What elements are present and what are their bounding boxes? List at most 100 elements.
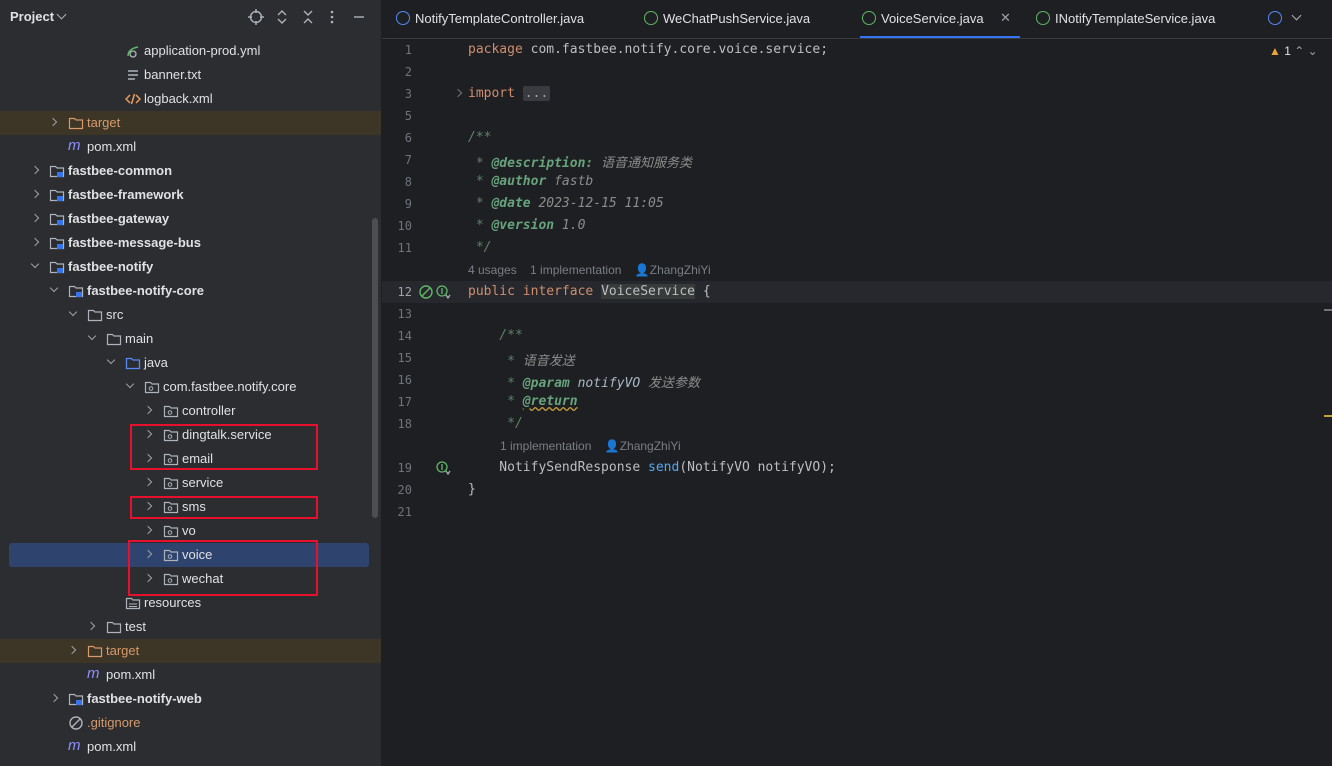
chevron-down-icon[interactable]	[106, 355, 116, 365]
code-line-16[interactable]: * @param notifyVO 发送参数	[468, 372, 700, 391]
chevron-right-icon[interactable]	[143, 405, 153, 415]
usages-link[interactable]: 4 usages	[468, 263, 517, 277]
code-line-15[interactable]: * 语音发送	[468, 350, 575, 369]
tree-item-fastbee-common[interactable]: fastbee-common	[0, 159, 381, 183]
code-text: *	[468, 156, 492, 171]
tab-overflow-partial[interactable]	[1266, 0, 1282, 38]
tree-item[interactable]: m pom.xml	[0, 663, 381, 687]
tree-item[interactable]: .gitignore	[0, 711, 381, 735]
code-line-3[interactable]: import ...	[468, 86, 551, 101]
implementations-link[interactable]: 1 implementation	[500, 439, 591, 453]
code-line-12[interactable]: public interface VoiceService {	[468, 284, 711, 299]
tree-item-fastbee-framework[interactable]: fastbee-framework	[0, 183, 381, 207]
code-line-7[interactable]: * @description: 语音通知服务类	[468, 152, 692, 171]
inspection-widget[interactable]: ▲ 1 ⌃ ⌄	[1269, 44, 1318, 58]
project-scrollbar[interactable]	[372, 218, 378, 518]
chevron-right-icon[interactable]	[143, 525, 153, 535]
code-line-9[interactable]: * @date 2023-12-15 11:05	[468, 196, 664, 211]
tree-item-fastbee-gateway[interactable]: fastbee-gateway	[0, 207, 381, 231]
chevron-right-icon[interactable]	[30, 189, 40, 199]
tree-item-controller[interactable]: controller	[0, 399, 381, 423]
tree-item[interactable]: application-prod.yml	[0, 39, 381, 63]
minimize-icon[interactable]	[350, 8, 368, 26]
code-line-11[interactable]: */	[468, 240, 492, 255]
fold-expand-icon[interactable]	[453, 88, 463, 98]
tab-notify-template-controller[interactable]: NotifyTemplateController.java	[394, 0, 624, 38]
tree-item-fastbee-notify-core[interactable]: fastbee-notify-core	[0, 279, 381, 303]
tab-inotify-template-service[interactable]: INotifyTemplateService.java	[1034, 0, 1254, 38]
close-icon[interactable]: ✕	[1000, 10, 1011, 26]
chevron-right-icon[interactable]	[30, 237, 40, 247]
tree-item-label: fastbee-notify	[68, 259, 154, 274]
interface-icon	[1036, 11, 1050, 25]
project-view-selector[interactable]: Project	[10, 9, 67, 24]
chevron-right-icon[interactable]	[49, 693, 59, 703]
tree-item-src[interactable]: src	[0, 303, 381, 327]
chevron-right-icon[interactable]	[30, 213, 40, 223]
chevron-down-icon[interactable]: ⌄	[1308, 44, 1318, 58]
tree-item-test[interactable]: test	[0, 615, 381, 639]
doc-value: 语音发送	[522, 354, 575, 369]
author-hint[interactable]: ZhangZhiYi	[620, 439, 681, 453]
tree-item-service[interactable]: service	[0, 471, 381, 495]
expand-all-icon[interactable]	[273, 8, 291, 26]
go-to-implementation-icon[interactable]	[435, 460, 451, 476]
tree-item-target[interactable]: target	[0, 639, 381, 663]
chevron-right-icon[interactable]	[86, 621, 96, 631]
implemented-icon[interactable]	[418, 284, 434, 300]
code-line-19[interactable]: NotifySendResponse send(NotifyVO notifyV…	[468, 460, 836, 475]
tree-item-main[interactable]: main	[0, 327, 381, 351]
chevron-right-icon[interactable]	[67, 645, 77, 655]
code-line-14[interactable]: /**	[468, 328, 523, 343]
locate-icon[interactable]	[247, 8, 265, 26]
code-line-20[interactable]: }	[468, 482, 476, 497]
code-line-6[interactable]: /**	[468, 130, 491, 145]
scroll-marker[interactable]	[1324, 309, 1332, 311]
chevron-right-icon[interactable]	[30, 165, 40, 175]
folded-imports[interactable]: ...	[522, 86, 551, 101]
tree-item[interactable]: logback.xml	[0, 87, 381, 111]
tree-item-package-root[interactable]: com.fastbee.notify.core	[0, 375, 381, 399]
annotation-box	[130, 496, 318, 519]
tree-item[interactable]: m pom.xml	[0, 735, 381, 759]
tree-item[interactable]: m pom.xml	[0, 135, 381, 159]
code-vision-hints: 1 implementation 👤ZhangZhiYi	[500, 439, 681, 453]
implementations-link[interactable]: 1 implementation	[530, 263, 621, 277]
more-options-icon[interactable]	[323, 8, 341, 26]
tree-item-label: fastbee-notify-core	[87, 283, 205, 298]
chevron-right-icon[interactable]	[143, 477, 153, 487]
tree-item-fastbee-notify[interactable]: fastbee-notify	[0, 255, 381, 279]
code-line-17[interactable]: * @return	[468, 394, 577, 409]
tree-item-label: java	[144, 355, 168, 370]
code-line-18[interactable]: */	[468, 416, 523, 431]
chevron-down-icon[interactable]	[87, 331, 97, 341]
chevron-down-icon[interactable]	[125, 379, 135, 389]
tree-item-label: target	[106, 643, 140, 658]
line-number: 16	[397, 373, 412, 387]
chevron-down-icon[interactable]	[49, 283, 59, 293]
line-number: 10	[397, 219, 412, 233]
chevron-right-icon[interactable]	[48, 117, 58, 127]
code-text: {	[695, 284, 711, 299]
tree-item[interactable]: banner.txt	[0, 63, 381, 87]
chevron-up-icon[interactable]: ⌃	[1294, 44, 1304, 58]
author-hint[interactable]: ZhangZhiYi	[650, 263, 711, 277]
tree-item-java[interactable]: java	[0, 351, 381, 375]
go-to-implementation-icon[interactable]	[435, 284, 451, 300]
module-folder-icon	[49, 261, 65, 274]
tab-wechat-push-service[interactable]: WeChatPushService.java	[642, 0, 832, 38]
tab-voice-service[interactable]: VoiceService.java ✕	[860, 0, 1020, 38]
chevron-down-icon[interactable]	[30, 259, 40, 269]
tree-item-fastbee-message-bus[interactable]: fastbee-message-bus	[0, 231, 381, 255]
class-icon	[396, 11, 410, 25]
chevron-down-icon[interactable]	[68, 307, 78, 317]
scroll-marker-warning[interactable]	[1324, 415, 1332, 417]
tree-item-fastbee-notify-web[interactable]: fastbee-notify-web	[0, 687, 381, 711]
tab-list-button[interactable]	[1286, 0, 1310, 38]
code-line-8[interactable]: * @author fastb	[468, 174, 593, 189]
code-line-1[interactable]: package com.fastbee.notify.core.voice.se…	[468, 42, 828, 57]
collapse-all-icon[interactable]	[299, 8, 317, 26]
interface-name: VoiceService	[601, 284, 695, 299]
code-line-10[interactable]: * @version 1.0	[468, 218, 586, 233]
tree-item-target[interactable]: target	[0, 111, 381, 135]
